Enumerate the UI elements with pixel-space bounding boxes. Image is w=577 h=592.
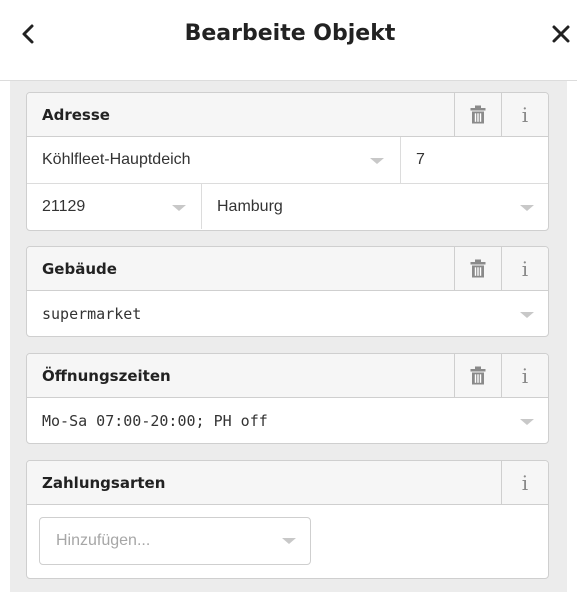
housenumber-input[interactable]: 7	[401, 137, 548, 183]
address-row-street: Köhlfleet-Hauptdeich 7	[27, 137, 548, 183]
field-building: Gebäude i supermarket	[26, 246, 549, 337]
trash-icon	[470, 259, 486, 278]
editor-panel: Adresse i Köhlfleet-Hauptdeich 7 21129 H…	[10, 81, 567, 592]
chevron-down-icon	[520, 312, 534, 318]
street-combo[interactable]: Köhlfleet-Hauptdeich	[27, 137, 401, 183]
info-icon: i	[521, 102, 529, 127]
info-icon: i	[521, 256, 529, 281]
building-remove-button[interactable]	[454, 247, 501, 290]
info-icon: i	[521, 363, 529, 388]
field-address-header: Adresse i	[27, 93, 548, 137]
payment-body: Hinzufügen...	[27, 505, 548, 578]
chevron-down-icon	[282, 538, 296, 544]
city-combo[interactable]: Hamburg	[202, 184, 548, 229]
opening-hours-combo[interactable]: Mo-Sa 07:00-20:00; PH off	[27, 398, 548, 443]
field-payment: Zahlungsarten i Hinzufügen...	[26, 460, 549, 579]
postcode-combo[interactable]: 21129	[27, 184, 202, 229]
street-value: Köhlfleet-Hauptdeich	[42, 151, 191, 168]
page-title: Bearbeite Objekt	[184, 21, 396, 46]
payment-add-combo[interactable]: Hinzufügen...	[39, 517, 311, 565]
trash-icon	[470, 366, 486, 385]
field-address: Adresse i Köhlfleet-Hauptdeich 7 21129 H…	[26, 92, 549, 231]
payment-add-placeholder: Hinzufügen...	[56, 532, 151, 549]
back-button[interactable]	[10, 14, 46, 54]
close-icon	[552, 25, 570, 43]
address-info-button[interactable]: i	[501, 93, 548, 136]
building-info-button[interactable]: i	[501, 247, 548, 290]
chevron-down-icon	[172, 205, 186, 211]
postcode-value: 21129	[42, 197, 86, 215]
housenumber-value: 7	[416, 151, 425, 168]
header-bar: Bearbeite Objekt	[0, 0, 577, 81]
field-opening-hours-label: Öffnungszeiten	[42, 367, 171, 385]
field-opening-hours: Öffnungszeiten i Mo-Sa 07:00-20:00; PH o…	[26, 353, 549, 444]
opening-hours-info-button[interactable]: i	[501, 354, 548, 397]
chevron-down-icon	[520, 419, 534, 425]
chevron-left-icon	[22, 24, 34, 44]
close-button[interactable]	[546, 14, 576, 54]
building-value: supermarket	[42, 305, 142, 323]
field-payment-label: Zahlungsarten	[42, 474, 166, 492]
chevron-down-icon	[520, 205, 534, 211]
field-address-label: Adresse	[42, 106, 110, 124]
building-row: supermarket	[27, 291, 548, 336]
opening-hours-row: Mo-Sa 07:00-20:00; PH off	[27, 398, 548, 443]
payment-info-button[interactable]: i	[501, 461, 548, 504]
building-combo[interactable]: supermarket	[27, 291, 548, 336]
opening-hours-value: Mo-Sa 07:00-20:00; PH off	[42, 412, 268, 430]
address-remove-button[interactable]	[454, 93, 501, 136]
opening-hours-remove-button[interactable]	[454, 354, 501, 397]
info-icon: i	[521, 470, 529, 495]
field-opening-hours-header: Öffnungszeiten i	[27, 354, 548, 398]
field-building-label: Gebäude	[42, 260, 117, 278]
field-payment-header: Zahlungsarten i	[27, 461, 548, 505]
field-building-header: Gebäude i	[27, 247, 548, 291]
city-value: Hamburg	[217, 197, 283, 215]
trash-icon	[470, 105, 486, 124]
chevron-down-icon	[370, 158, 384, 164]
address-row-city: 21129 Hamburg	[27, 183, 548, 229]
